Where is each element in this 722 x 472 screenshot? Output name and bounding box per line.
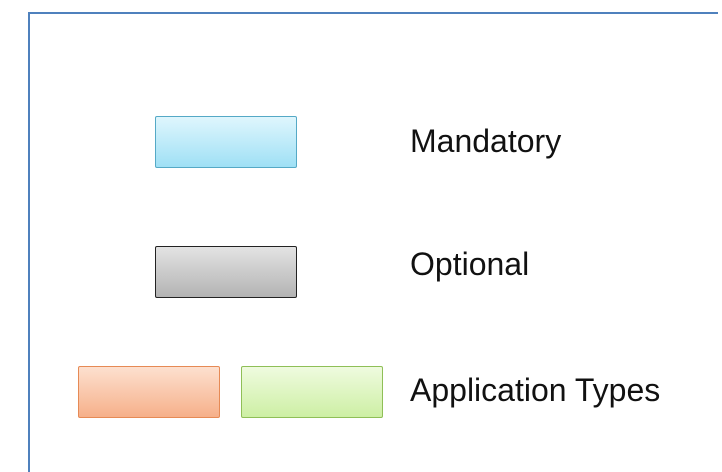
application-type-swatch-orange — [78, 366, 220, 418]
optional-label: Optional — [410, 246, 530, 282]
mandatory-label: Mandatory — [410, 123, 562, 159]
application-type-swatch-green — [241, 366, 383, 418]
application-types-label: Application Types — [410, 372, 661, 408]
optional-swatch — [155, 246, 297, 298]
mandatory-swatch — [155, 116, 297, 168]
